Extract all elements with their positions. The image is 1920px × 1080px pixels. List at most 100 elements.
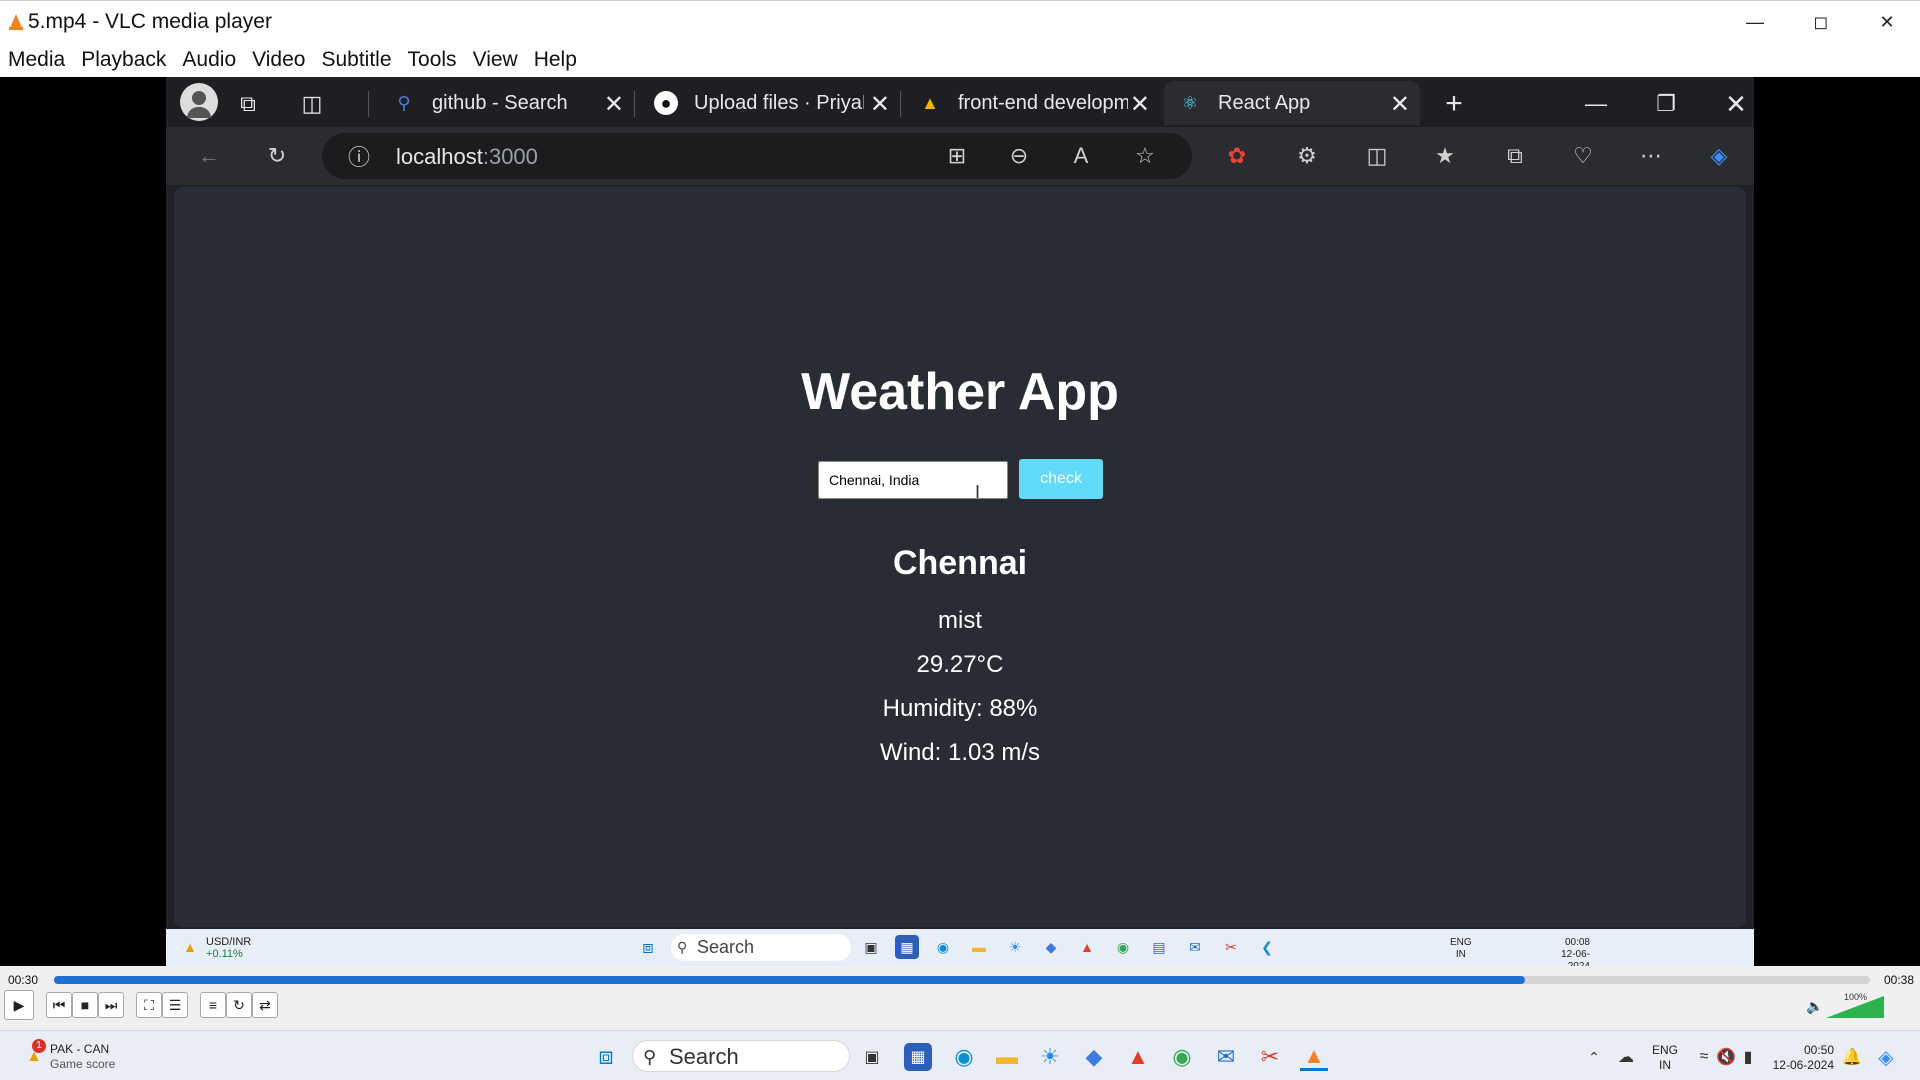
stop-button[interactable]: ■: [72, 992, 98, 1018]
tab-separator: [368, 91, 369, 117]
speaker-icon[interactable]: 🔈: [1806, 998, 1823, 1015]
browser-minimize-icon[interactable]: —: [1578, 86, 1614, 122]
task-view-icon[interactable]: ▣: [858, 1043, 886, 1071]
menu-subtitle[interactable]: Subtitle: [321, 48, 391, 72]
close-tab-icon[interactable]: ✕: [1130, 90, 1150, 119]
store-icon[interactable]: ▦: [904, 1043, 932, 1071]
browser-essentials-icon[interactable]: ♡: [1566, 139, 1600, 173]
site-info-icon[interactable]: ⓘ: [342, 139, 376, 173]
collections-icon[interactable]: ⧉: [1498, 139, 1532, 173]
file-explorer-icon[interactable]: ▬: [993, 1043, 1021, 1071]
mail-icon[interactable]: ✉: [1212, 1043, 1240, 1071]
more-options-icon[interactable]: ⋯: [1634, 139, 1668, 173]
previous-button[interactable]: ⏮: [46, 992, 72, 1018]
play-button[interactable]: ▶: [4, 990, 34, 1020]
tab-react-app[interactable]: ⚛ React App ✕: [1164, 81, 1420, 125]
volume-slider[interactable]: 100%: [1826, 992, 1886, 1020]
tab-label: Upload files · PriyaD: [694, 91, 864, 114]
menu-view[interactable]: View: [473, 48, 518, 72]
menu-audio[interactable]: Audio: [182, 48, 236, 72]
menu-video[interactable]: Video: [252, 48, 305, 72]
profile-avatar[interactable]: [180, 83, 218, 121]
text-cursor-icon: I: [975, 482, 981, 502]
tab-separator: [900, 91, 901, 117]
clock[interactable]: 00:50 12-06-2024: [1768, 1043, 1834, 1073]
url-text: localhost:3000: [396, 144, 538, 169]
close-tab-icon[interactable]: ✕: [1390, 90, 1410, 119]
shuffle-button[interactable]: ⇄: [252, 992, 278, 1018]
score-widget[interactable]: PAK - CAN Game score: [50, 1042, 115, 1072]
brave-icon: ▲: [1080, 939, 1094, 955]
extensions-icon[interactable]: ⚙: [1290, 139, 1324, 173]
windows-taskbar: ▲ 1 PAK - CAN Game score ⧈ ⚲ Search ▣ ▦ …: [0, 1030, 1920, 1080]
edge-icon: ◉: [936, 938, 950, 955]
taskbar-search[interactable]: ⚲ Search: [632, 1040, 850, 1072]
menu-media[interactable]: Media: [8, 48, 65, 72]
apps-icon[interactable]: ⊞: [940, 139, 974, 173]
github-icon: ●: [654, 91, 678, 115]
browser-restore-icon[interactable]: ❐: [1648, 86, 1684, 122]
search-icon: ⚲: [643, 1047, 657, 1067]
brave-icon[interactable]: ▲: [1124, 1043, 1152, 1071]
zoom-icon[interactable]: ⊖: [1002, 139, 1036, 173]
folder-icon: ▬: [972, 939, 986, 955]
tab-upload-files[interactable]: ● Upload files · PriyaD ✕: [640, 81, 900, 125]
vlc-taskbar-icon[interactable]: ▲: [1300, 1043, 1328, 1071]
favorites-icon[interactable]: ★: [1428, 139, 1462, 173]
app-icon[interactable]: ☀: [1036, 1043, 1064, 1071]
vlc-controls: 00:30 00:38 ▶ ⏮ ■ ⏭ ⛶ ☰ ≡ ↻ ⇄ 🔈 100%: [0, 966, 1920, 1030]
tab-actions-icon[interactable]: ◫: [294, 86, 330, 122]
tab-front-end[interactable]: ▲ front-end developm ✕: [904, 81, 1160, 125]
snipping-tool-icon[interactable]: ✂: [1256, 1043, 1284, 1071]
window-controls: — ◻ ✕: [1722, 1, 1920, 43]
check-button[interactable]: check: [1019, 459, 1103, 499]
battery-icon[interactable]: ▮: [1734, 1043, 1762, 1071]
tab-label: front-end developm: [958, 91, 1128, 114]
color-extension-icon[interactable]: ✿: [1220, 139, 1254, 173]
menu-playback[interactable]: Playback: [81, 48, 166, 72]
read-aloud-icon[interactable]: A: [1064, 139, 1098, 173]
browser-toolbar: ← ↻ ⓘ localhost:3000 ⊞ ⊖ A ☆ ✿ ⚙ ◫ ★ ⧉ ♡…: [166, 127, 1754, 185]
tab-github-search[interactable]: ⚲ github - Search ✕: [378, 81, 634, 125]
vlc-menu-bar: Media Playback Audio Video Subtitle Tool…: [0, 42, 1920, 77]
address-bar[interactable]: ⓘ localhost:3000 ⊞ ⊖ A ☆: [322, 133, 1192, 179]
minimize-icon[interactable]: —: [1722, 1, 1788, 43]
copilot-icon[interactable]: ◈: [1872, 1043, 1900, 1071]
wind-speed: Wind: 1.03 m/s: [879, 739, 1041, 766]
seek-bar[interactable]: [54, 976, 1870, 984]
edge-icon[interactable]: ◉: [950, 1043, 978, 1071]
playlist-button[interactable]: ≡: [200, 992, 226, 1018]
browser-close-icon[interactable]: ✕: [1718, 86, 1754, 122]
back-icon[interactable]: ←: [192, 139, 226, 173]
chrome-icon[interactable]: ◉: [1168, 1043, 1196, 1071]
split-screen-icon[interactable]: ◫: [1360, 139, 1394, 173]
recorded-search-box: ⚲ Search: [671, 934, 851, 961]
temperature: 29.27°C: [916, 651, 1004, 678]
close-tab-icon[interactable]: ✕: [870, 90, 890, 119]
fullscreen-button[interactable]: ⛶: [136, 992, 162, 1018]
new-tab-icon[interactable]: +: [1436, 86, 1472, 122]
close-tab-icon[interactable]: ✕: [604, 90, 624, 119]
vlc-title-bar: 5.mp4 - VLC media player — ◻ ✕: [0, 0, 1920, 42]
menu-tools[interactable]: Tools: [408, 48, 457, 72]
workspaces-icon[interactable]: ⧉: [230, 86, 266, 122]
next-button[interactable]: ⏭: [98, 992, 124, 1018]
mail-icon: ✉: [1189, 938, 1201, 955]
menu-help[interactable]: Help: [534, 48, 577, 72]
extended-settings-button[interactable]: ☰: [162, 992, 188, 1018]
app-icon[interactable]: ◆: [1080, 1043, 1108, 1071]
refresh-icon[interactable]: ↻: [260, 139, 294, 173]
copilot-icon[interactable]: ◈: [1702, 139, 1736, 173]
loop-button[interactable]: ↻: [226, 992, 252, 1018]
maximize-icon[interactable]: ◻: [1788, 1, 1854, 43]
close-icon[interactable]: ✕: [1854, 1, 1920, 43]
language-indicator[interactable]: ENG IN: [1652, 1043, 1678, 1073]
notification-bell-icon[interactable]: 🔔: [1838, 1043, 1866, 1071]
total-time: 00:38: [1884, 973, 1915, 987]
show-hidden-icons[interactable]: ⌃: [1580, 1043, 1608, 1071]
window-title: 5.mp4 - VLC media player: [28, 9, 272, 33]
favorite-star-icon[interactable]: ☆: [1128, 139, 1162, 173]
onedrive-icon[interactable]: ☁: [1612, 1043, 1640, 1071]
video-area[interactable]: ⧉ ◫ ⚲ github - Search ✕ ● Upload files ·…: [0, 77, 1920, 972]
windows-start-icon[interactable]: ⧈: [592, 1043, 620, 1071]
